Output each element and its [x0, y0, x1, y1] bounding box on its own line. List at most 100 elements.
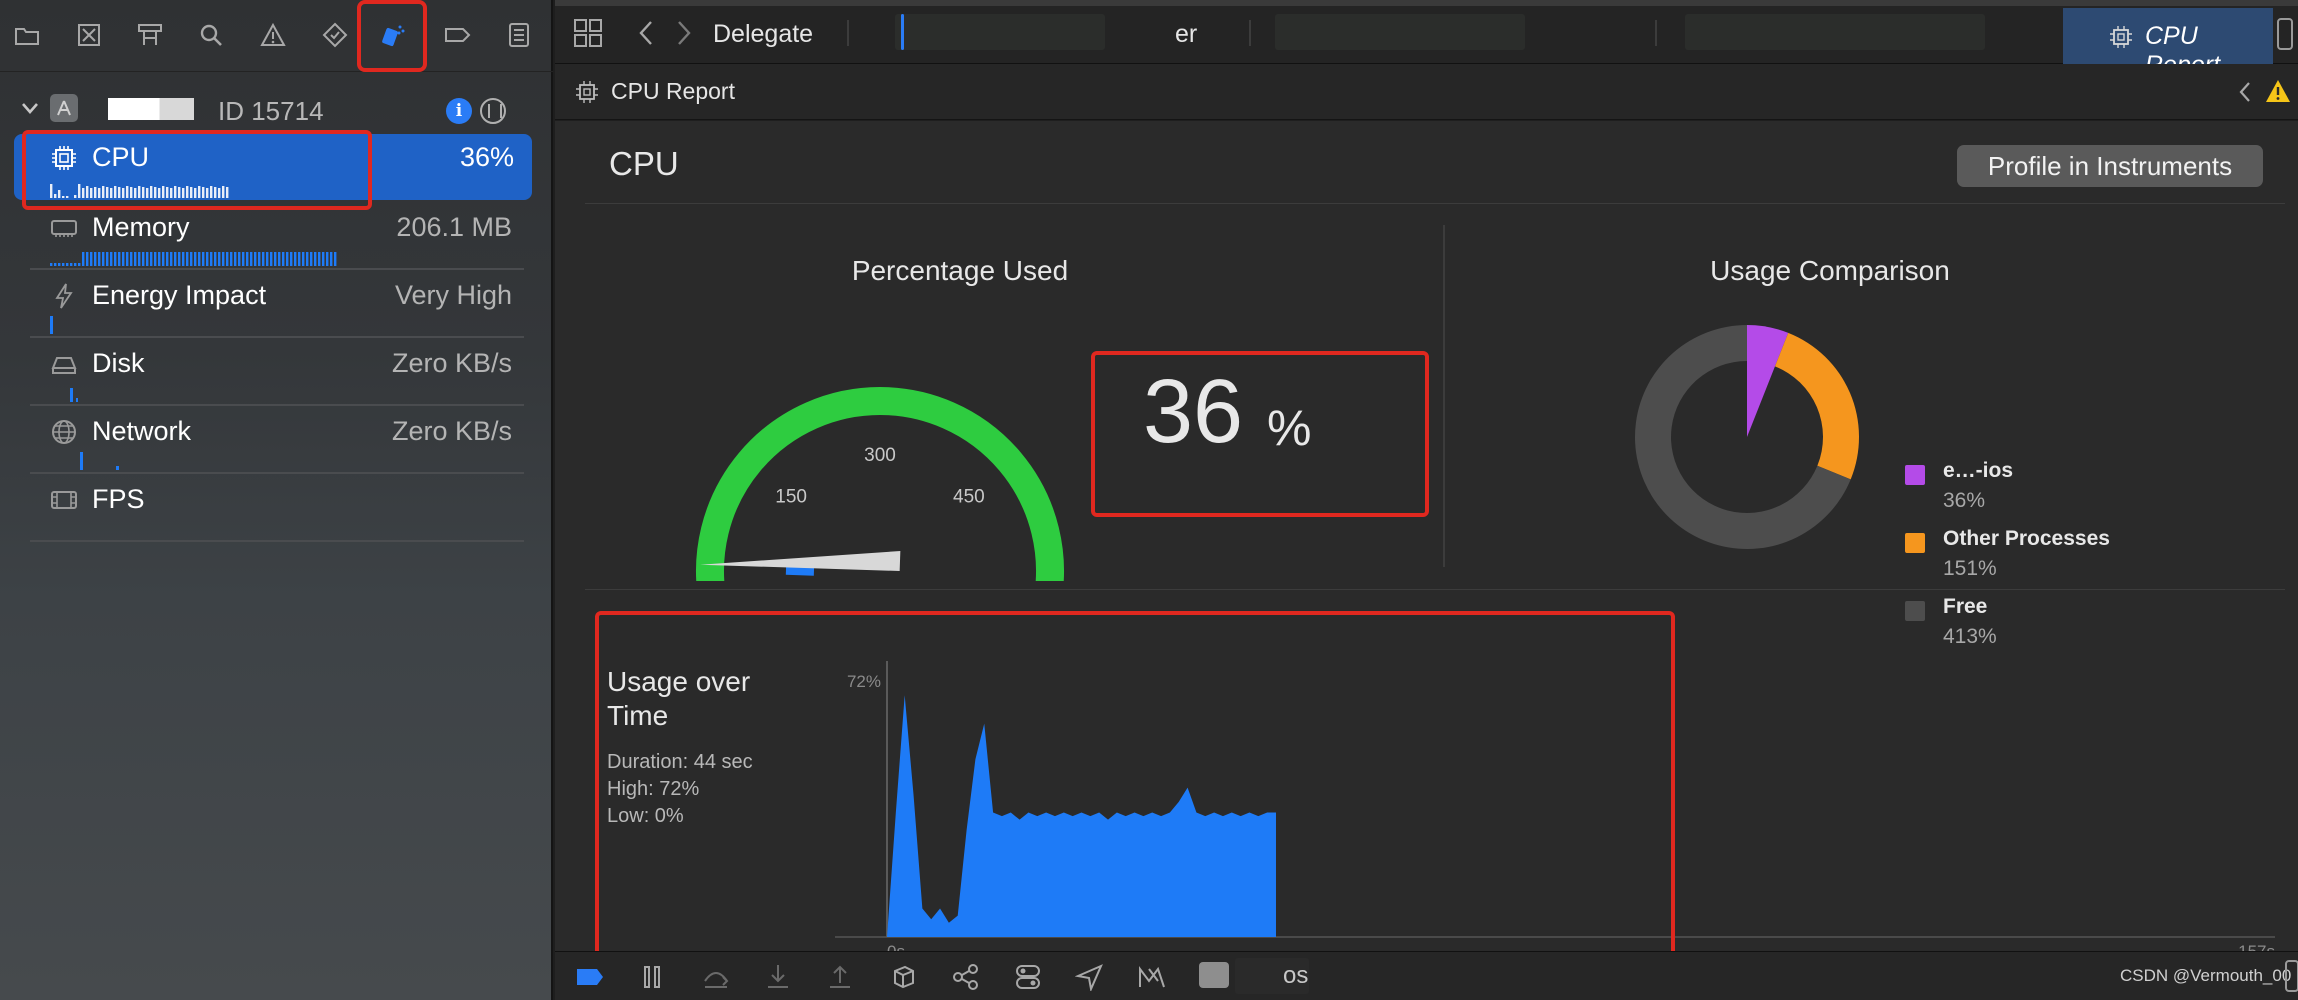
console-toggle-icon[interactable]	[575, 963, 605, 991]
tab-cpu-report[interactable]: CPU Report	[2063, 8, 2273, 79]
spark-bar	[266, 252, 269, 266]
process-row[interactable]: ID 15714 i	[0, 90, 553, 130]
gauge-row-energy[interactable]: Energy Impact Very High	[30, 272, 524, 338]
spark-bar	[90, 252, 93, 266]
usage-donut-chart	[1635, 325, 1859, 549]
spark-bar	[234, 252, 237, 266]
spark-bar	[114, 252, 117, 266]
spark-bar	[98, 252, 101, 266]
gauge-row-memory[interactable]: Memory 206.1 MB	[30, 204, 524, 270]
disk-sparkline	[70, 388, 78, 402]
panel-toggle[interactable]	[2285, 960, 2298, 992]
spark-bar	[150, 252, 153, 266]
spark-bar	[74, 263, 77, 266]
gauge-row-disk[interactable]: Disk Zero KB/s	[30, 340, 524, 406]
energy-icon	[55, 283, 73, 309]
legend-item: e…-ios 36%	[1905, 459, 2205, 519]
folder-icon[interactable]	[10, 18, 44, 52]
watermark: CSDN @Vermouth_00	[2120, 966, 2292, 985]
gauge-row-network[interactable]: Network Zero KB/s	[30, 408, 524, 474]
tab-redacted[interactable]	[895, 14, 1105, 50]
search-icon[interactable]	[194, 18, 228, 52]
percentage-gauge: 0150300450600	[696, 387, 1064, 581]
warning-icon[interactable]	[2265, 78, 2291, 104]
process-label[interactable]: os	[1283, 962, 1308, 990]
grid-icon[interactable]	[573, 18, 603, 48]
divider	[1443, 225, 1445, 567]
jump-bar-label[interactable]: CPU Report	[611, 78, 735, 105]
network-icon	[52, 420, 76, 444]
gauge-value: Zero KB/s	[391, 416, 512, 446]
spark-bar	[254, 252, 257, 266]
spark-bar	[322, 252, 325, 266]
gauge-tick-label: 150	[775, 486, 807, 507]
spark-bar	[102, 252, 105, 266]
gauge-label: Memory	[92, 212, 190, 242]
spark-bar	[198, 252, 201, 266]
chevron-down-icon[interactable]	[20, 98, 40, 118]
gauge-row-fps[interactable]: FPS	[30, 476, 524, 542]
process-name-redacted	[108, 98, 194, 120]
legend-swatch	[1905, 465, 1925, 485]
tab-bar: Delegate er CPU Report	[555, 0, 2298, 79]
spark-bar	[170, 252, 173, 266]
spark-bar	[130, 252, 133, 266]
spark-bar	[206, 252, 209, 266]
step-over-icon[interactable]	[701, 963, 731, 991]
hierarchy-icon[interactable]	[133, 18, 167, 52]
tab-delegate[interactable]: Delegate	[713, 20, 813, 49]
breakpoint-icon[interactable]	[440, 18, 474, 52]
legend-item: Free 413%	[1905, 595, 2205, 655]
spark-bar	[182, 252, 185, 266]
spark-bar	[82, 252, 85, 266]
view-hierarchy-icon[interactable]	[889, 963, 919, 991]
gauge-label: Energy Impact	[92, 280, 267, 310]
report-icon[interactable]	[502, 18, 536, 52]
spark-bar	[146, 252, 149, 266]
spark-bar	[110, 252, 113, 266]
tab-indicator	[901, 14, 904, 50]
tab-redacted[interactable]	[1685, 14, 1985, 50]
warning-icon[interactable]	[256, 18, 290, 52]
spark-bar	[166, 252, 169, 266]
cpu-icon	[576, 81, 598, 103]
memory-graph-icon[interactable]	[951, 963, 981, 991]
environment-overrides-icon[interactable]	[1013, 963, 1043, 991]
tab-er[interactable]: er	[1175, 20, 1197, 49]
profile-in-instruments-button[interactable]: Profile in Instruments	[1957, 145, 2263, 187]
legend-swatch	[1905, 601, 1925, 621]
spark-bar	[262, 252, 265, 266]
simulate-location-icon[interactable]	[1075, 963, 1105, 991]
back-arrow-icon[interactable]	[633, 18, 659, 48]
spark-bar	[306, 252, 309, 266]
threads-icon[interactable]	[480, 98, 506, 124]
spark-bar	[190, 252, 193, 266]
spark-bar	[178, 252, 181, 266]
info-icon[interactable]: i	[446, 98, 472, 124]
memory-sparkline	[50, 252, 337, 266]
process-icon[interactable]	[1199, 962, 1229, 988]
cpu-icon	[2110, 26, 2132, 48]
debug-bar: os CSDN @Vermouth_00	[555, 951, 2298, 1000]
legend-item: Other Processes 151%	[1905, 527, 2205, 587]
spark-bar	[258, 252, 261, 266]
legend-value: 413%	[1943, 625, 1997, 648]
source-control-icon[interactable]	[72, 18, 106, 52]
spark-bar	[270, 252, 273, 266]
metal-icon[interactable]	[1137, 963, 1167, 991]
pause-icon[interactable]	[637, 963, 667, 991]
memory-icon	[51, 220, 77, 237]
spark-bar	[194, 252, 197, 266]
tab-separator	[1249, 20, 1251, 46]
tab-overflow-button[interactable]	[2277, 18, 2293, 50]
step-out-icon[interactable]	[825, 963, 855, 991]
gauge-tick-label: 300	[864, 445, 896, 466]
test-icon[interactable]	[318, 18, 352, 52]
step-into-icon[interactable]	[763, 963, 793, 991]
disk-icon	[51, 357, 77, 374]
forward-arrow-icon[interactable]	[671, 18, 697, 48]
spark-bar	[106, 252, 109, 266]
chevron-left-icon[interactable]	[2235, 80, 2255, 104]
tab-redacted[interactable]	[1275, 14, 1525, 50]
spark-bar	[174, 252, 177, 266]
